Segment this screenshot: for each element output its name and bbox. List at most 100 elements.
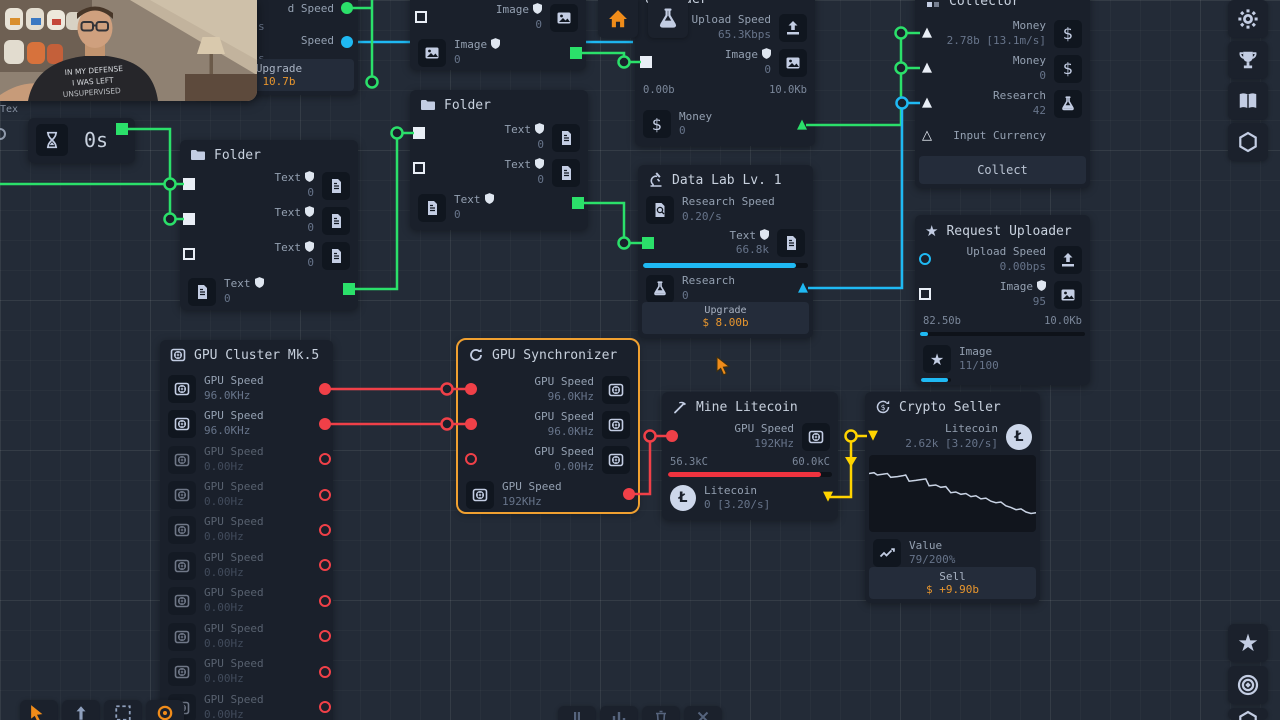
port-currency-input[interactable]: △ <box>922 129 932 142</box>
gpu-icon <box>168 657 196 686</box>
trophy-icon <box>1237 49 1259 71</box>
trend-up-icon <box>873 539 901 567</box>
port-litecoin-input[interactable]: ▼ <box>868 429 878 442</box>
shield-icon <box>305 241 314 253</box>
port-gpu-input[interactable] <box>666 430 678 442</box>
inventory-button[interactable] <box>1228 123 1268 161</box>
node-gpu-synchronizer[interactable]: GPU Synchronizer GPU Speed 96.0KHz GPU Sp… <box>456 338 640 514</box>
port-text-input[interactable] <box>183 178 195 190</box>
node-image-relay[interactable]: Image 0 Image 0 <box>410 0 586 70</box>
port-text-input[interactable] <box>183 213 195 225</box>
shield-icon <box>533 3 542 15</box>
port-gpu-input[interactable] <box>465 383 477 395</box>
litecoin-icon: Ł <box>1006 423 1032 450</box>
port-gpu-output[interactable] <box>319 630 331 642</box>
port-text-input[interactable] <box>413 127 425 139</box>
port-text-input[interactable] <box>642 237 654 249</box>
codex-button[interactable] <box>1228 82 1268 120</box>
select-tool-button[interactable] <box>20 700 58 720</box>
flask-icon <box>646 274 674 303</box>
price-chart <box>868 455 1037 532</box>
port-gpu-output[interactable] <box>319 418 331 430</box>
gpu-icon <box>466 480 494 509</box>
upload-icon <box>779 13 807 42</box>
node-folder-mid[interactable]: Folder Text 0 Text 0 Text 0 <box>410 90 588 230</box>
port-gpu-output[interactable] <box>319 453 331 465</box>
port-text-output[interactable] <box>572 197 584 209</box>
mouse-cursor <box>716 356 731 376</box>
gpu-icon <box>168 480 196 509</box>
delete-button[interactable] <box>642 706 680 720</box>
close-button[interactable] <box>684 706 722 720</box>
port-gpu-output[interactable] <box>319 666 331 678</box>
orbit-tool-button[interactable] <box>146 700 184 720</box>
port-gpu-output[interactable] <box>319 701 331 713</box>
collect-button[interactable]: Collect <box>919 156 1086 184</box>
gpu-icon <box>168 622 196 651</box>
litecoin-icon: Ł <box>670 485 696 511</box>
port-litecoin-output[interactable]: ▼ <box>823 490 833 503</box>
home-button[interactable] <box>598 0 638 38</box>
port-money-input[interactable]: ▲ <box>922 26 932 39</box>
port-gpu-input[interactable] <box>465 418 477 430</box>
port-upload-speed-input[interactable] <box>919 253 931 265</box>
port-research-input[interactable]: ▲ <box>922 96 932 109</box>
flask-icon <box>1054 89 1082 118</box>
port-speed-output-cyan[interactable] <box>341 36 353 48</box>
port-image-input[interactable] <box>640 56 652 68</box>
marquee-tool-button[interactable] <box>104 700 142 720</box>
port-gpu-output[interactable] <box>319 383 331 395</box>
recenter-button[interactable] <box>1228 666 1268 704</box>
gpu-icon <box>602 410 630 439</box>
target-icon <box>1236 673 1260 697</box>
node-request-uploader[interactable]: ★ Request Uploader Upload Speed 0.00bps Im… <box>915 215 1090 385</box>
pan-tool-button[interactable] <box>62 700 100 720</box>
node-crypto-seller[interactable]: Crypto Seller Litecoin 2.62k [3.20/s] Ł V… <box>865 392 1040 603</box>
home-icon <box>607 8 629 30</box>
port-speed-output-green[interactable] <box>341 2 353 14</box>
shield-icon <box>491 38 501 50</box>
settings-button[interactable] <box>1228 0 1268 38</box>
doc-icon <box>322 241 350 270</box>
node-graph-canvas[interactable]: d Speed s Speed s Upgrade 10.7b Image0 I… <box>0 0 1280 720</box>
partial-button[interactable] <box>1228 708 1268 720</box>
sell-button[interactable]: Sell $ +9.90b <box>869 567 1036 599</box>
bar-chart-icon <box>611 709 627 720</box>
star-icon: ★ <box>925 222 939 240</box>
node-gpu-cluster[interactable]: GPU Cluster Mk.5 GPU Speed 96.0KHz GPU Sp… <box>160 340 333 720</box>
pause-button[interactable] <box>558 706 596 720</box>
request-progress-left: 82.50b <box>923 315 961 327</box>
port-money-output[interactable]: ▲ <box>797 118 807 131</box>
port-gpu-output[interactable] <box>319 524 331 536</box>
port-gpu-output[interactable] <box>319 489 331 501</box>
node-data-lab[interactable]: Data Lab Lv. 1 Research Speed 0.20/s Text… <box>638 165 813 338</box>
port-text-input[interactable] <box>183 248 195 260</box>
selection-box-icon <box>114 704 132 720</box>
node-collector[interactable]: Collector Money 2.78b [13.1m/s] $ Money 0 … <box>915 0 1090 188</box>
node-timer[interactable]: 0s <box>28 118 135 163</box>
port-timer-output[interactable] <box>116 123 128 135</box>
doc-icon <box>322 206 350 235</box>
port-gpu-input[interactable] <box>465 453 477 465</box>
data-lab-upgrade-button[interactable]: Upgrade $ 8.00b <box>642 302 809 334</box>
research-doc-icon <box>646 195 674 224</box>
node-mine-litecoin[interactable]: Mine Litecoin GPU Speed 192KHz 56.3kC 60.… <box>662 392 838 520</box>
port-research-output[interactable]: ▲ <box>798 281 808 294</box>
pickaxe-icon <box>672 399 688 415</box>
achievements-button[interactable] <box>1228 41 1268 79</box>
port-money-input[interactable]: ▲ <box>922 61 932 74</box>
node-folder-left[interactable]: Folder Text 0 Text 0 Text 0 Text 0 <box>180 140 358 310</box>
port-gpu-output[interactable] <box>319 559 331 571</box>
port-image-input[interactable] <box>919 288 931 300</box>
port-gpu-output[interactable] <box>319 595 331 607</box>
port-image-input[interactable] <box>415 11 427 23</box>
favorites-button[interactable]: ★ <box>1228 624 1268 662</box>
port-image-output[interactable] <box>570 47 582 59</box>
node-left-fragment: Tex <box>0 104 19 115</box>
port-text-input[interactable] <box>413 162 425 174</box>
port-text-output[interactable] <box>343 283 355 295</box>
gpu-icon <box>168 551 196 580</box>
port-gpu-output[interactable] <box>623 488 635 500</box>
stats-button[interactable] <box>600 706 638 720</box>
research-tab-button[interactable] <box>648 0 688 38</box>
